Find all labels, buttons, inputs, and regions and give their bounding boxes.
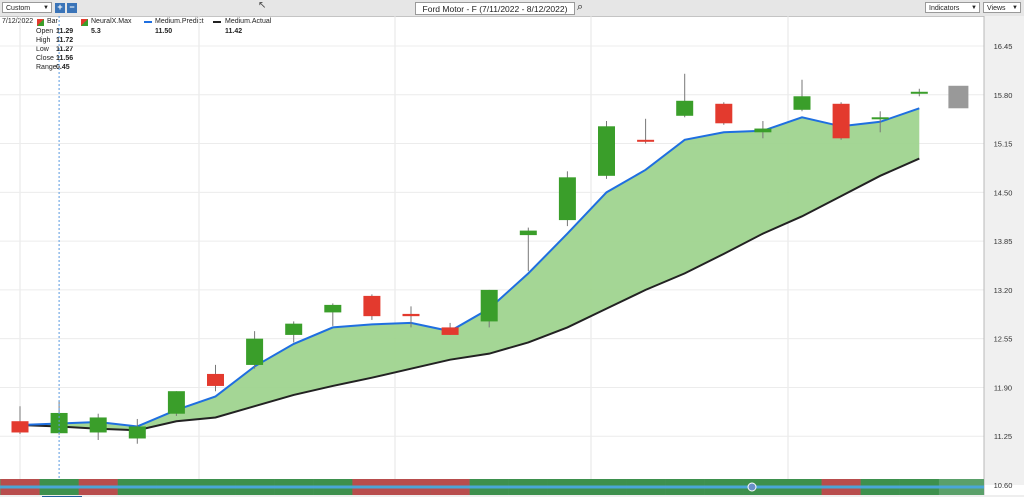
candle-body [11, 421, 29, 433]
search-icon[interactable]: ⌕ [577, 1, 583, 14]
candle-body [402, 313, 420, 317]
candle-body [441, 327, 459, 335]
candle-body [754, 128, 772, 133]
candle-body [128, 426, 146, 439]
candle-body [50, 412, 68, 434]
candle-body [871, 117, 889, 120]
timeline-handle [747, 482, 757, 492]
price-tick-label: 14.50 [994, 188, 1013, 197]
candle-body [480, 289, 498, 322]
candle-body [558, 177, 576, 221]
timeframe-value: Custom [6, 5, 31, 12]
candle-body [324, 304, 342, 313]
views-dropdown[interactable]: Views ▼ [983, 2, 1021, 13]
mouse-cursor-icon: ↖ [258, 0, 267, 11]
chevron-down-icon: ▼ [43, 5, 49, 11]
forecast-box [948, 85, 969, 109]
views-label: Views [987, 5, 1006, 12]
price-tick-label: 12.55 [994, 335, 1013, 344]
zoom-in-button[interactable]: + [55, 3, 65, 13]
price-tick-label: 13.85 [994, 237, 1013, 246]
price-tick-label: 15.80 [994, 91, 1013, 100]
chevron-down-icon: ▼ [971, 5, 977, 11]
predict-actual-fill [20, 108, 920, 431]
candle-body [637, 139, 655, 142]
indicators-dropdown[interactable]: Indicators ▼ [925, 2, 980, 13]
candle-body [246, 338, 264, 365]
candle-body [285, 323, 303, 335]
candle-body [89, 417, 107, 433]
candle-body [715, 103, 733, 124]
timeframe-dropdown[interactable]: Custom ▼ [2, 2, 52, 13]
price-chart[interactable]: 16.45 15.80 15.15 14.50 13.85 13.20 12.55 11.90… [0, 16, 1024, 497]
candle-body [207, 373, 224, 386]
indicators-label: Indicators [929, 5, 960, 12]
price-axis-background [984, 16, 1024, 485]
candle-body [832, 103, 850, 139]
price-tick-label: 10.60 [994, 481, 1013, 490]
indicator-band [0, 479, 984, 495]
price-tick-label: 11.25 [994, 432, 1012, 441]
toolbar: Custom ▼ + − Ford Motor - F (7/11/2022 - … [0, 0, 1024, 17]
zoom-out-button[interactable]: − [67, 3, 77, 13]
symbol-title-field[interactable]: Ford Motor - F (7/11/2022 - 8/12/2022) [415, 2, 575, 15]
price-tick-label: 15.15 [994, 140, 1013, 149]
price-tick-label: 13.20 [994, 286, 1013, 295]
chevron-down-icon: ▼ [1012, 5, 1018, 11]
candle-body [167, 391, 185, 414]
candle-body [363, 295, 381, 317]
price-tick-label: 16.45 [994, 42, 1013, 51]
candle-body [793, 96, 811, 110]
candle-body [910, 91, 928, 94]
price-tick-label: 11.90 [994, 383, 1012, 392]
candle-body [519, 230, 537, 236]
candle-body [598, 126, 615, 176]
candle-body [676, 100, 694, 116]
